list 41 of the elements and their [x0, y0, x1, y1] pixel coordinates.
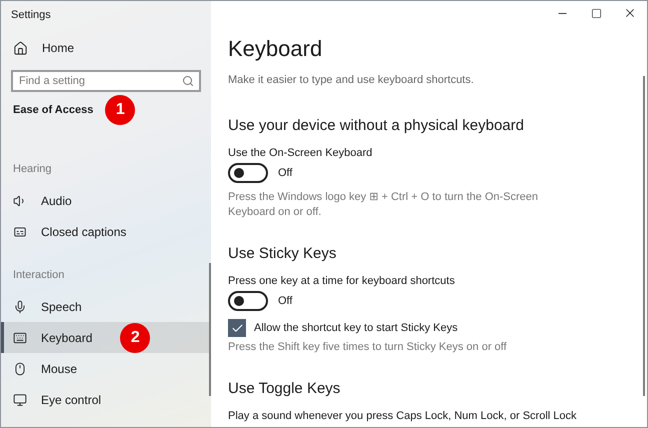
page-description: Make it easier to type and use keyboard shortcuts.: [228, 73, 475, 87]
check-icon: [230, 322, 244, 334]
setting-label: Play a sound whenever you press Caps Lock, Num Lock, or Scroll Lock: [228, 409, 578, 424]
scrollbar[interactable]: [209, 263, 211, 396]
category-title: Ease of Access: [13, 104, 94, 116]
group-header: Interaction: [12, 268, 66, 283]
scrollbar[interactable]: [643, 76, 645, 396]
nav-item[interactable]: Closed captions: [1, 216, 211, 247]
window-title: Settings: [10, 8, 52, 23]
setting-label: Press one key at a time for keyboard shortcuts: [228, 274, 456, 289]
captions-icon: [13, 224, 27, 238]
help-text: Press the Windows logo key ⊞ + Ctrl + O to turn the On-Screen Keyboard on or off.: [228, 190, 540, 220]
keyboard-icon: [13, 330, 27, 344]
nav-item[interactable]: Speech: [1, 291, 211, 322]
checkbox[interactable]: [228, 319, 246, 337]
step-badge: 1: [105, 95, 136, 125]
checkbox-label: Allow the shortcut key to start Sticky Keys: [254, 322, 458, 334]
section-heading: Use Toggle Keys: [228, 379, 342, 399]
section-heading: Use your device without a physical keyboard: [228, 116, 525, 136]
toggle-switch[interactable]: [228, 291, 268, 311]
monitor-icon: [13, 392, 27, 406]
toggle-state: Off: [278, 167, 292, 179]
nav-item[interactable]: Eye control: [1, 384, 211, 415]
maximize-icon[interactable]: [590, 8, 602, 18]
toggle-state: Off: [278, 295, 292, 307]
page-title: Keyboard: [228, 35, 324, 63]
group-header: Hearing: [12, 162, 53, 177]
toggle-switch[interactable]: [228, 163, 268, 183]
search-field[interactable]: Find a setting: [11, 70, 201, 92]
microphone-icon: [13, 300, 27, 314]
nav-item[interactable]: Mouse: [1, 353, 211, 384]
home-link[interactable]: Home: [1, 32, 211, 64]
step-badge: 2: [120, 322, 150, 352]
nav-item[interactable]: Audio: [1, 185, 211, 216]
section-heading: Use Sticky Keys: [228, 244, 338, 264]
setting-label: Use the On-Screen Keyboard: [228, 146, 374, 161]
mouse-icon: [13, 362, 27, 376]
help-text: Press the Shift key five times to turn Sticky Keys on or off: [228, 340, 508, 355]
nav-item[interactable]: Keyboard 2: [1, 322, 211, 353]
search-icon: [182, 75, 194, 87]
home-icon: [13, 40, 28, 56]
